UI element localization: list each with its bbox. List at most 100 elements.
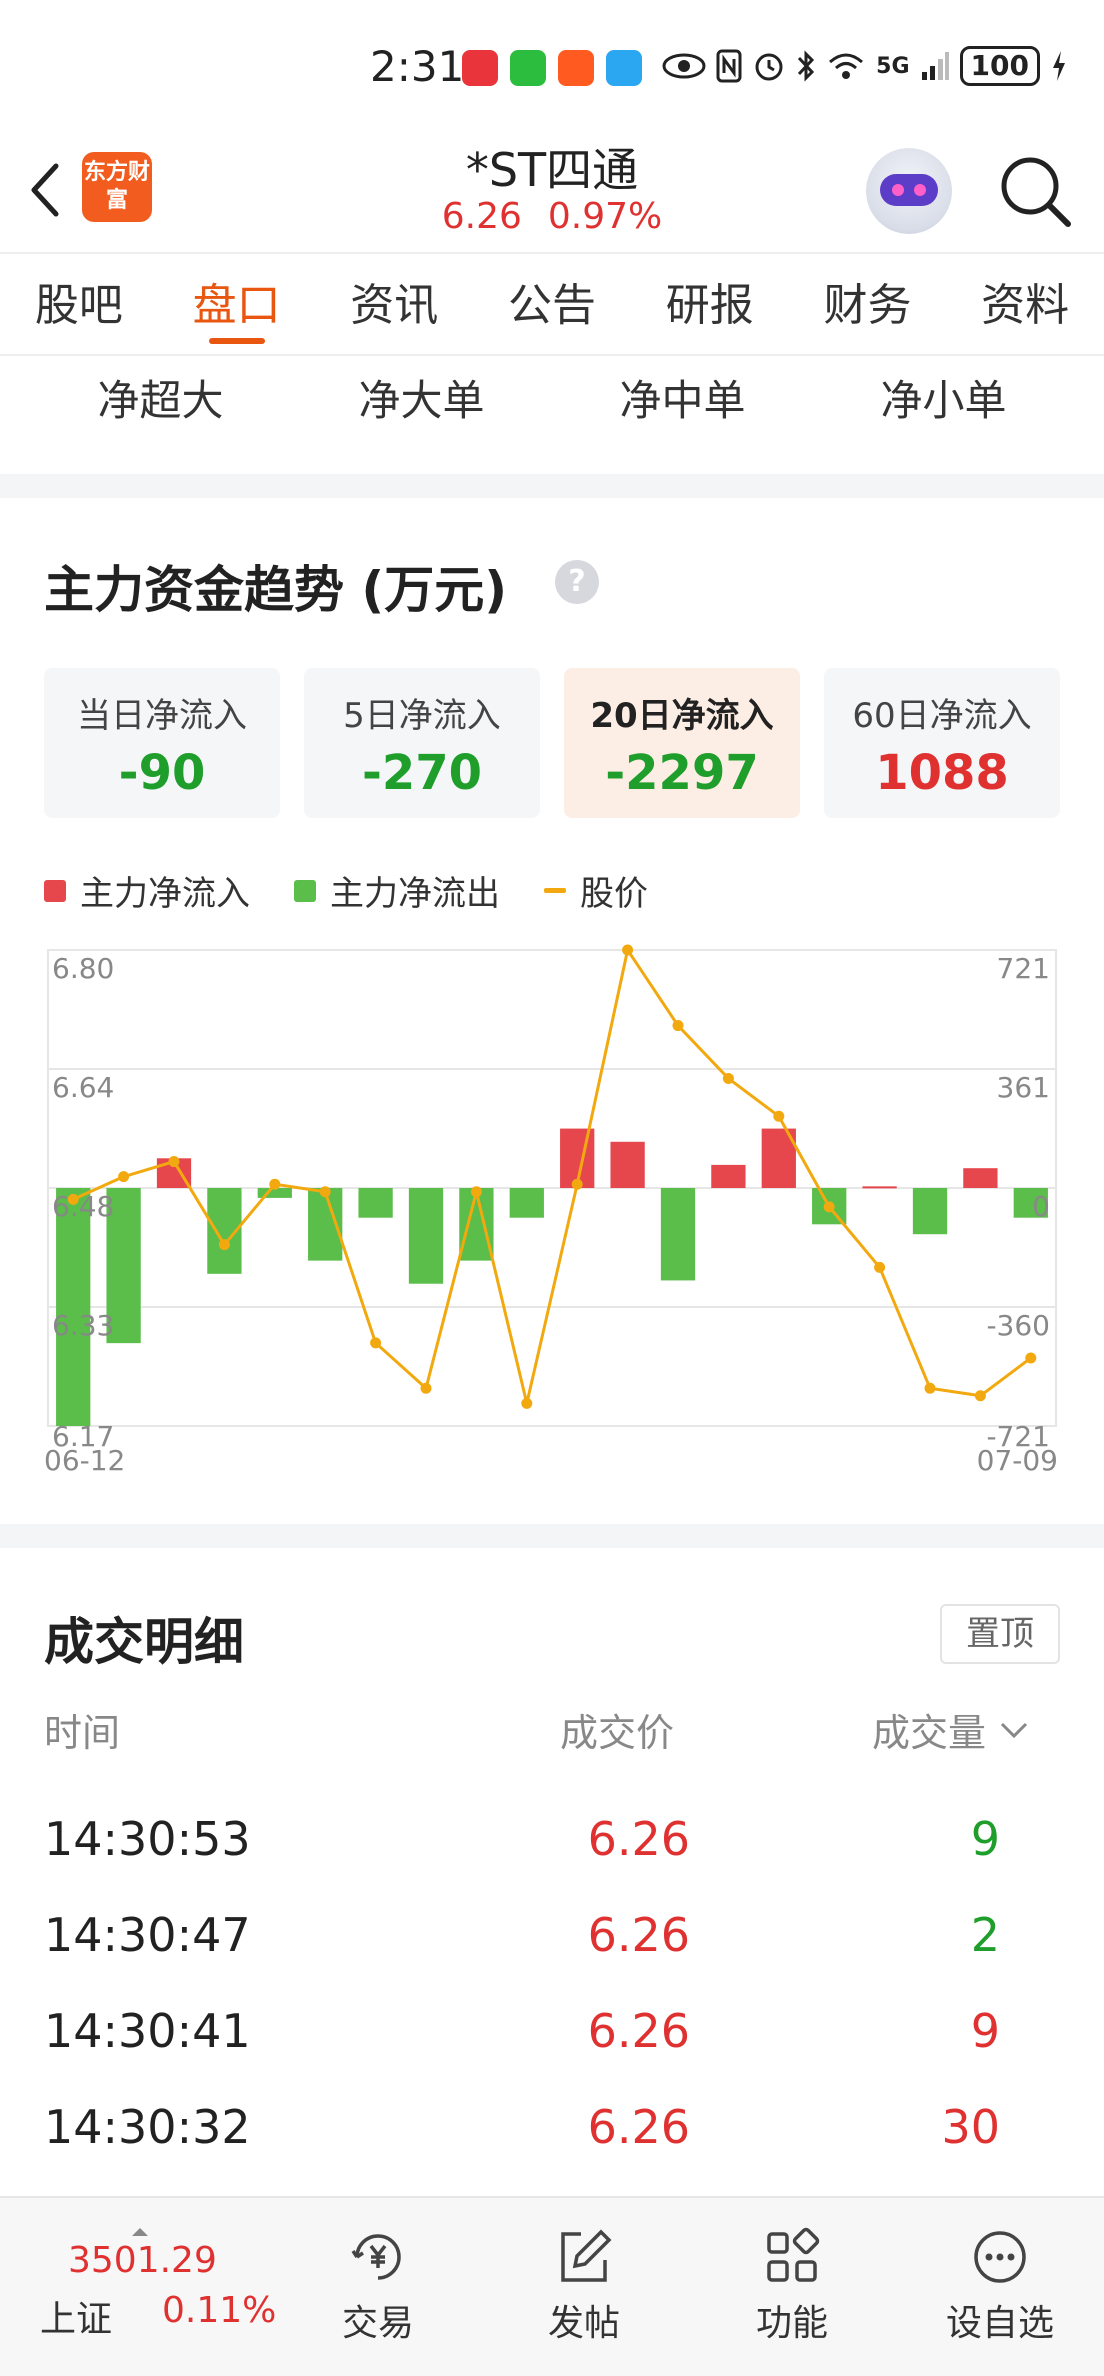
pin-top-button[interactable]: 置顶 — [940, 1604, 1060, 1664]
message-app-icon — [606, 50, 642, 86]
flow-bar — [56, 1188, 91, 1426]
assistant-robot-icon[interactable] — [866, 148, 952, 234]
signal-icon — [921, 52, 949, 80]
tab-guba[interactable]: 股吧 — [0, 256, 158, 354]
trade-row: 14:30:32 6.26 30 — [44, 2078, 1060, 2174]
flow-bar — [963, 1168, 998, 1188]
right-axis-tick: 0 — [1032, 1190, 1050, 1223]
flow-bar — [912, 1188, 948, 1235]
caret-up-icon — [132, 2228, 148, 2236]
huawei-app-icon — [462, 50, 498, 86]
legend-inflow: 主力净流入 — [44, 866, 250, 915]
price-point — [269, 1178, 281, 1190]
flow-bar — [711, 1164, 746, 1188]
alarm-icon — [755, 53, 783, 81]
chevron-down-icon — [1000, 1722, 1028, 1738]
bluetooth-icon — [798, 50, 815, 82]
flow-bar — [408, 1188, 444, 1284]
left-axis-tick: 6.64 — [52, 1071, 114, 1104]
status-time: 2:31 — [370, 42, 465, 91]
price-point — [521, 1397, 533, 1409]
nav-functions[interactable]: 功能 — [722, 2226, 862, 2356]
order-size-tabs: 净超大 净大单 净中单 净小单 — [0, 356, 1104, 446]
nav-label: 功能 — [755, 2303, 828, 2344]
col-volume-header[interactable]: 成交量 — [872, 1702, 1032, 1757]
search-icon[interactable] — [996, 152, 1076, 232]
card-label: 60日净流入 — [852, 696, 1032, 736]
price-point — [823, 1201, 835, 1213]
legend-price-swatch — [544, 888, 566, 893]
eye-icon — [662, 53, 706, 79]
nav-add-watchlist[interactable]: 设自选 — [930, 2226, 1070, 2356]
price-point — [571, 1178, 583, 1190]
edit-icon — [561, 2229, 612, 2282]
price-point — [370, 1337, 382, 1349]
trade-price: 6.26 — [587, 1812, 690, 1866]
chart-legend: 主力净流入 主力净流出 股价 — [44, 866, 692, 915]
price-point — [118, 1171, 130, 1183]
trade-volume: 9 — [970, 2004, 1000, 2058]
subtab-large[interactable]: 净大单 — [291, 356, 552, 446]
index-change: 0.11% — [162, 2290, 277, 2331]
stock-change: 0.97% — [547, 196, 663, 237]
fund-trend-title: 主力资金趋势 (万元) — [44, 561, 508, 619]
card-today-inflow[interactable]: 当日净流入 -90 — [44, 668, 280, 818]
legend-outflow-label: 主力净流出 — [330, 874, 500, 914]
card-5day-inflow[interactable]: 5日净流入 -270 — [304, 668, 540, 818]
yuan-icon — [351, 2234, 401, 2280]
subtab-small[interactable]: 净小单 — [813, 356, 1074, 446]
status-app-icons — [462, 50, 642, 86]
index-name: 上证 — [40, 2299, 113, 2340]
tab-news[interactable]: 资讯 — [315, 256, 473, 354]
card-value: 1088 — [875, 745, 1009, 801]
trade-time: 14:30:41 — [44, 2004, 251, 2058]
trade-volume: 30 — [941, 2100, 1000, 2154]
trade-volume: 9 — [970, 1812, 1000, 1866]
right-axis-tick: 361 — [997, 1071, 1050, 1104]
subtab-medium[interactable]: 净中单 — [552, 356, 813, 446]
price-point — [773, 1110, 785, 1122]
trade-time: 14:30:47 — [44, 1908, 251, 1962]
card-20day-inflow[interactable]: 20日净流入 -2297 — [564, 668, 800, 818]
trade-detail-title: 成交明细 — [44, 1613, 244, 1671]
status-bar: 2:31 5G 100 — [0, 0, 1104, 130]
price-point — [874, 1261, 886, 1273]
card-label: 当日净流入 — [77, 696, 247, 736]
main-tabs: 股吧 盘口 资讯 公告 研报 财务 资料 — [0, 256, 1104, 356]
status-indicators: 5G 100 — [662, 46, 1068, 86]
price-point — [672, 1020, 684, 1032]
nav-trade[interactable]: 交易 — [308, 2226, 448, 2356]
trade-row: 14:30:47 6.26 2 — [44, 1886, 1060, 1982]
nav-label: 设自选 — [945, 2303, 1054, 2344]
fund-trend-chart: 6.806.646.486.336.177213610-360-72106-12… — [44, 944, 1058, 1477]
right-axis-tick: -360 — [986, 1309, 1050, 1342]
flow-bar — [509, 1188, 544, 1218]
index-ticker[interactable]: 3501.29 上证 0.11% — [36, 2228, 276, 2358]
price-point — [1025, 1352, 1037, 1364]
grid-icon — [767, 2227, 820, 2282]
col-time-header: 时间 — [44, 1711, 121, 1755]
x-start-label: 06-12 — [44, 1444, 125, 1477]
nav-label: 交易 — [341, 2303, 414, 2344]
trade-price: 6.26 — [587, 2004, 690, 2058]
price-line — [72, 948, 1032, 1405]
legend-inflow-label: 主力净流入 — [80, 874, 250, 914]
trade-volume: 2 — [970, 1908, 1000, 1962]
card-label: 5日净流入 — [343, 696, 501, 736]
robot-eye-right — [914, 184, 926, 196]
section-divider — [0, 1524, 1104, 1548]
trade-time: 14:30:53 — [44, 1812, 251, 1866]
tab-finance[interactable]: 财务 — [789, 256, 947, 354]
card-60day-inflow[interactable]: 60日净流入 1088 — [824, 668, 1060, 818]
net-inflow-cards: 当日净流入 -90 5日净流入 -270 20日净流入 -2297 60日净流入… — [44, 668, 1060, 818]
tab-announcements[interactable]: 公告 — [473, 256, 631, 354]
price-point — [218, 1239, 230, 1251]
nav-post[interactable]: 发帖 — [514, 2226, 654, 2356]
tab-profile[interactable]: 资料 — [946, 256, 1104, 354]
tab-pankou[interactable]: 盘口 — [158, 256, 316, 354]
help-icon[interactable]: ? — [555, 560, 599, 604]
tab-research[interactable]: 研报 — [631, 256, 789, 354]
subtab-super-large[interactable]: 净超大 — [30, 356, 291, 446]
price-point — [974, 1390, 986, 1402]
wechat-app-icon — [510, 50, 546, 86]
